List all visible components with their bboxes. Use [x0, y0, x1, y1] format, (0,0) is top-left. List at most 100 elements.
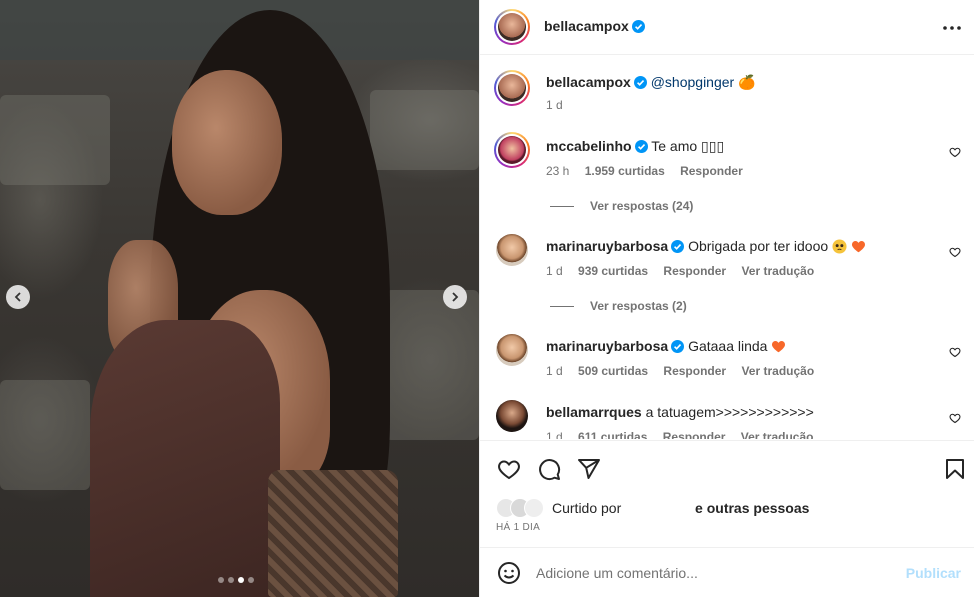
liked-by-text: Curtido por e outras pessoas: [552, 500, 809, 516]
stone-block: [385, 290, 479, 440]
carousel-next-button[interactable]: [443, 285, 467, 309]
avatar[interactable]: [496, 400, 528, 432]
liked-by-prefix: Curtido por: [552, 500, 622, 516]
publish-button[interactable]: Publicar: [906, 565, 961, 581]
face: [172, 70, 282, 215]
comment-row: mccabelinho Te amo ▯▯▯ 23 h 1.959 curtid…: [480, 132, 974, 242]
story-ring[interactable]: [494, 132, 530, 168]
carousel-prev-button[interactable]: [6, 285, 30, 309]
view-replies-button[interactable]: Ver respostas (2): [550, 299, 687, 313]
translate-button[interactable]: Ver tradução: [741, 364, 814, 378]
comment-meta: 1 d 509 curtidas Responder Ver tradução: [546, 364, 826, 378]
heart-icon[interactable]: [497, 457, 521, 481]
orange-emoji: 🍊: [738, 74, 756, 90]
reply-button[interactable]: Responder: [680, 164, 743, 178]
view-replies-button[interactable]: Ver respostas (24): [550, 199, 693, 213]
avatar[interactable]: [496, 334, 528, 366]
others-link[interactable]: e outras pessoas: [695, 500, 809, 516]
comment-body: Te amo ▯▯▯: [651, 138, 725, 154]
comment-like-heart-icon[interactable]: [949, 146, 961, 158]
liker-avatar: [524, 498, 544, 518]
comment-meta: 23 h 1.959 curtidas Responder: [546, 164, 755, 178]
comment-text: bellamarrques a tatuagem>>>>>>>>>>>>: [546, 404, 814, 420]
carousel-indicator: [218, 577, 254, 583]
verified-badge-icon: [671, 340, 685, 353]
caption-text: bellacampox @shopginger 🍊: [546, 74, 756, 91]
verified-badge-icon: [631, 20, 645, 33]
comment-time: 1 d: [546, 430, 563, 439]
comment-author[interactable]: bellamarrques: [546, 404, 642, 420]
comment-likes[interactable]: 611 curtidas: [578, 430, 647, 439]
caption-author[interactable]: bellacampox: [546, 74, 631, 90]
comment-meta: 1 d 611 curtidas Responder Ver tradução: [546, 430, 825, 439]
comment-icon[interactable]: [537, 457, 561, 481]
translate-button[interactable]: Ver tradução: [741, 264, 814, 278]
comment-composer: Publicar: [480, 547, 974, 597]
comment-text: marinaruybarbosa Gataaa linda: [546, 338, 786, 354]
avatar: [498, 13, 526, 41]
carousel-dot: [218, 577, 224, 583]
mention-link[interactable]: @shopginger: [651, 74, 735, 90]
reply-button[interactable]: Responder: [663, 364, 726, 378]
translate-button[interactable]: Ver tradução: [741, 430, 814, 439]
reply-button[interactable]: Responder: [663, 430, 726, 439]
comment-author[interactable]: marinaruybarbosa: [546, 238, 668, 254]
author-line: bellacampox: [544, 18, 645, 34]
comment-row: bellamarrques a tatuagem>>>>>>>>>>>> 1 d…: [480, 398, 974, 439]
avatar: [498, 74, 526, 102]
liked-by[interactable]: Curtido por e outras pessoas: [496, 498, 809, 518]
story-ring[interactable]: [494, 9, 530, 45]
orange-heart-emoji-icon: [772, 341, 786, 353]
chevron-left-icon: [14, 292, 21, 302]
comment-author[interactable]: marinaruybarbosa: [546, 338, 668, 354]
orange-heart-emoji-icon: [851, 241, 865, 253]
stone-block: [0, 380, 90, 490]
more-options-button[interactable]: [943, 14, 961, 35]
caption-row: bellacampox @shopginger 🍊 1 d: [480, 68, 974, 128]
more-horizontal-icon: [943, 26, 961, 30]
comment-text: mccabelinho Te amo ▯▯▯: [546, 138, 724, 155]
comment-meta: 1 d 939 curtidas Responder Ver tradução: [546, 264, 826, 278]
carousel-dot: [228, 577, 234, 583]
comment-like-heart-icon[interactable]: [949, 346, 961, 358]
caption-time: 1 d: [546, 98, 563, 112]
caption-meta: 1 d: [546, 98, 575, 112]
verified-badge-icon: [633, 76, 647, 89]
reply-button[interactable]: Responder: [663, 264, 726, 278]
dress: [90, 320, 280, 597]
pleading-face-emoji-icon: [832, 239, 847, 254]
comment-body: a tatuagem>>>>>>>>>>>>: [645, 404, 814, 420]
stone-block: [0, 95, 110, 185]
comment-time: 1 d: [546, 264, 563, 278]
verified-badge-icon: [671, 240, 685, 253]
send-icon[interactable]: [577, 457, 601, 481]
post-timestamp: HÁ 1 DIA: [496, 522, 541, 533]
comment-row: marinaruybarbosa Obrigada por ter idooo …: [480, 232, 974, 332]
comment-likes[interactable]: 1.959 curtidas: [585, 164, 665, 178]
comment-like-heart-icon[interactable]: [949, 246, 961, 258]
comment-body: Gataaa linda: [688, 338, 768, 354]
avatar[interactable]: [496, 234, 528, 266]
carousel-dot-active: [238, 577, 244, 583]
carousel-dot: [248, 577, 254, 583]
hidden-username: [625, 501, 692, 513]
comment-author[interactable]: mccabelinho: [546, 138, 632, 154]
comment-input[interactable]: [536, 562, 896, 584]
post-media[interactable]: [0, 0, 479, 597]
comment-like-heart-icon[interactable]: [949, 412, 961, 424]
story-ring[interactable]: [494, 70, 530, 106]
comment-likes[interactable]: 939 curtidas: [578, 264, 648, 278]
avatar: [498, 136, 526, 164]
smiley-icon[interactable]: [497, 561, 521, 585]
comment-time: 1 d: [546, 364, 563, 378]
comment-row: marinaruybarbosa Gataaa linda 1 d 509 cu…: [480, 332, 974, 392]
author-username[interactable]: bellacampox: [544, 18, 629, 34]
comments-list[interactable]: bellacampox @shopginger 🍊 1 d mccabelinh…: [480, 56, 974, 439]
comment-body: Obrigada por ter idooo: [688, 238, 829, 254]
comment-likes[interactable]: 509 curtidas: [578, 364, 648, 378]
verified-badge-icon: [634, 140, 648, 153]
chevron-right-icon: [452, 292, 459, 302]
bookmark-icon[interactable]: [943, 457, 967, 481]
post-sidebar: bellacampox bellacampox @shopginger 🍊 1 …: [479, 0, 974, 597]
stone-block: [370, 90, 479, 170]
